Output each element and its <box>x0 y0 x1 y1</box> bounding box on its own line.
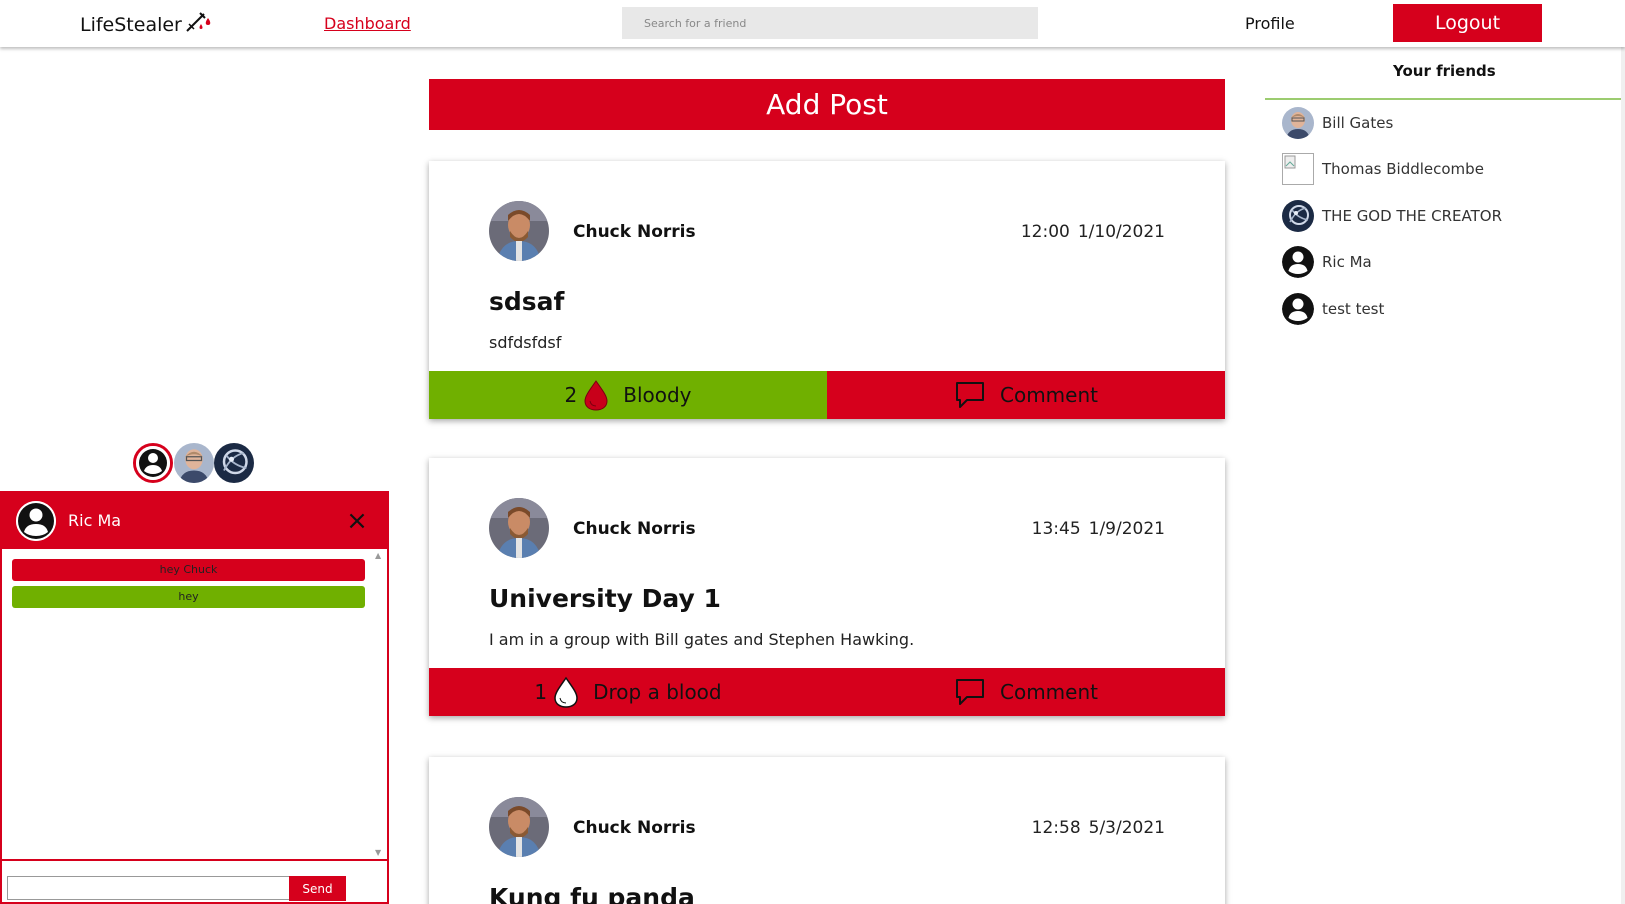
post-card: Chuck Norris 13:45 1/9/2021 University Da… <box>429 458 1225 716</box>
comment-icon <box>954 677 986 707</box>
post-title: sdsaf <box>489 287 565 316</box>
post-timestamp: 12:00 1/10/2021 <box>1020 222 1165 242</box>
author-avatar[interactable] <box>489 201 549 261</box>
chat-message-sent: hey <box>12 586 365 608</box>
chat-head-bill-gates[interactable] <box>174 443 214 483</box>
post-title: Kung fu panda <box>489 883 695 904</box>
scroll-down-arrow-icon[interactable]: ▼ <box>375 848 381 857</box>
blood-drop-outline-icon <box>553 676 579 708</box>
chat-contact-name: Ric Ma <box>68 511 122 530</box>
comment-label: Comment <box>1000 680 1098 704</box>
default-user-icon <box>16 501 56 541</box>
post-card: Chuck Norris 12:58 5/3/2021 Kung fu panda <box>429 757 1225 904</box>
chat-scrollbar[interactable]: ▲ ▼ <box>373 551 385 857</box>
friend-avatar <box>1282 200 1314 232</box>
chat-head-ric-ma[interactable] <box>133 443 173 483</box>
blood-reaction-button[interactable]: 2 Bloody <box>429 371 827 419</box>
default-user-icon <box>1282 293 1314 325</box>
logo[interactable]: LifeStealer <box>80 10 214 39</box>
friend-name: Ric Ma <box>1322 253 1372 271</box>
nav-dashboard-link[interactable]: Dashboard <box>324 14 411 33</box>
chat-window: Ric Ma × hey Chuck hey ▲ ▼ Send <box>0 491 389 904</box>
blood-label: Drop a blood <box>593 680 722 704</box>
broken-image-icon <box>1282 153 1314 185</box>
top-nav: LifeStealer Dashboard Profile Logout <box>0 0 1625 47</box>
post-title: University Day 1 <box>489 584 721 613</box>
post-card: Chuck Norris 12:00 1/10/2021 sdsaf sdfdsf… <box>429 161 1225 419</box>
post-timestamp: 12:58 5/3/2021 <box>1031 818 1165 838</box>
page-scrollbar[interactable] <box>1621 47 1625 904</box>
post-body: I am in a group with Bill gates and Step… <box>489 630 915 649</box>
friend-name: Thomas Biddlecombe <box>1322 160 1484 178</box>
logo-text: LifeStealer <box>80 13 182 36</box>
scroll-up-arrow-icon[interactable]: ▲ <box>375 551 381 560</box>
friend-search-input[interactable] <box>622 7 1038 39</box>
friend-item[interactable]: Thomas Biddlecombe <box>1282 153 1484 185</box>
blood-label: Bloody <box>623 383 692 407</box>
author-avatar[interactable] <box>489 797 549 857</box>
chat-messages[interactable]: hey Chuck hey ▲ ▼ <box>2 549 387 861</box>
chat-header: Ric Ma × <box>2 493 387 549</box>
post-author-name[interactable]: Chuck Norris <box>573 818 696 838</box>
send-button[interactable]: Send <box>289 876 346 901</box>
comment-button[interactable]: Comment <box>827 668 1225 716</box>
friend-item[interactable]: test test <box>1282 293 1384 325</box>
friend-avatar <box>1282 107 1314 139</box>
friend-name: THE GOD THE CREATOR <box>1322 207 1502 225</box>
post-actions: 2 Bloody Comment <box>429 371 1225 419</box>
blood-syringe-icon <box>184 10 214 39</box>
comment-label: Comment <box>1000 383 1098 407</box>
author-avatar[interactable] <box>489 498 549 558</box>
friend-item[interactable]: Ric Ma <box>1282 246 1372 278</box>
post-author-name[interactable]: Chuck Norris <box>573 222 696 242</box>
friend-item[interactable]: THE GOD THE CREATOR <box>1282 200 1502 232</box>
post-timestamp: 13:45 1/9/2021 <box>1031 519 1165 539</box>
post-author-name[interactable]: Chuck Norris <box>573 519 696 539</box>
add-post-button[interactable]: Add Post <box>429 79 1225 130</box>
default-user-icon <box>1282 246 1314 278</box>
nav-profile-link[interactable]: Profile <box>1245 14 1295 33</box>
logout-button[interactable]: Logout <box>1393 4 1542 42</box>
comment-button[interactable]: Comment <box>827 371 1225 419</box>
chat-head-the-god-the-creator[interactable] <box>214 443 254 483</box>
post-body: sdfdsfdsf <box>489 333 562 352</box>
close-icon[interactable]: × <box>345 508 369 534</box>
friend-name: Bill Gates <box>1322 114 1394 132</box>
post-actions: 1 Drop a blood Comment <box>429 668 1225 716</box>
blood-drop-icon <box>583 379 609 411</box>
blood-reaction-button[interactable]: 1 Drop a blood <box>429 668 827 716</box>
friend-name: test test <box>1322 300 1385 318</box>
friend-item[interactable]: Bill Gates <box>1282 107 1393 139</box>
blood-count: 1 <box>534 680 548 704</box>
comment-icon <box>954 380 986 410</box>
chat-message-received: hey Chuck <box>12 559 365 581</box>
friends-divider <box>1265 98 1625 100</box>
blood-count: 2 <box>564 383 578 407</box>
chat-message-input[interactable] <box>7 876 290 900</box>
friends-title: Your friends <box>1393 62 1496 80</box>
